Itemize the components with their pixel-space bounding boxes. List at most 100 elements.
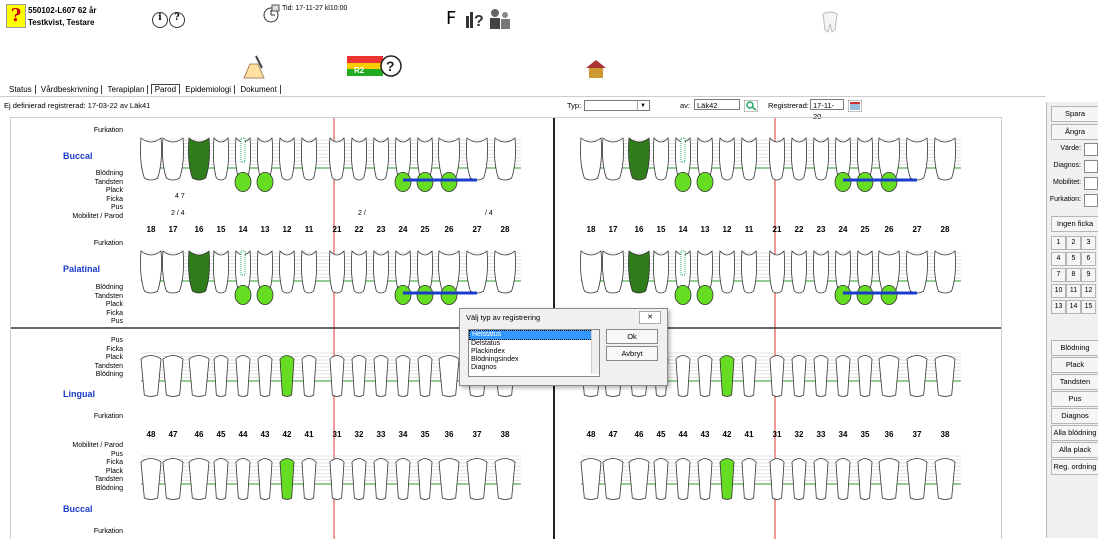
info-icon[interactable]: i <box>152 12 168 28</box>
pocket-number-9[interactable]: 9 <box>1081 268 1096 282</box>
spara-button[interactable]: Spara <box>1051 106 1098 122</box>
list-item-diagnos[interactable]: Diagnos <box>469 364 599 372</box>
tooth-lower-lingual-R-11 <box>835 355 851 397</box>
list-item-plackindex[interactable]: Plackindex <box>469 348 599 356</box>
upper-right-tooth-number-13: 13 <box>700 225 710 234</box>
clock-calendar-icon[interactable] <box>262 4 280 24</box>
lower-right-tooth-number-44: 44 <box>678 430 688 439</box>
list-item-helstatus[interactable]: Helstatus <box>469 330 599 340</box>
pocket-number-3[interactable]: 3 <box>1081 236 1096 250</box>
tandsten-label: Tandsten <box>94 178 123 186</box>
calendar-icon[interactable] <box>847 99 863 113</box>
r2-help-icon[interactable]: R2? <box>346 52 402 80</box>
mobilitet-field[interactable] <box>1084 177 1098 190</box>
tooth-upper-buccal-L-14 <box>466 137 488 181</box>
pocket-number-7[interactable]: 7 <box>1051 268 1066 282</box>
pocket-number-13[interactable]: 13 <box>1051 300 1066 314</box>
plack-button[interactable]: Plack <box>1051 357 1098 373</box>
tooth-upper-palatal-L-10 <box>372 250 390 294</box>
tooth-lower-lingual-L-10 <box>373 355 389 397</box>
reg-ordning-button[interactable]: Reg. ordning <box>1051 459 1098 475</box>
pocket-number-11[interactable]: 11 <box>1066 284 1081 298</box>
registration-type-list[interactable]: Helstatus Delstatus Plackindex Blödnings… <box>468 329 600 377</box>
alla-blodning-button[interactable]: Alla blödning <box>1051 425 1098 441</box>
list-scrollbar[interactable] <box>591 330 599 374</box>
pus-button[interactable]: Pus <box>1051 391 1098 407</box>
tab-parod[interactable]: Parod <box>150 84 181 94</box>
diagnos-button[interactable]: Diagnos <box>1051 408 1098 424</box>
blodning-button[interactable]: Blödning <box>1051 340 1098 356</box>
cancel-button[interactable]: Avbryt <box>606 346 658 361</box>
implant-icon <box>240 250 246 276</box>
diagnos-field[interactable] <box>1084 160 1098 173</box>
svg-text:?: ? <box>386 58 395 74</box>
av-input[interactable]: Läk42 <box>694 99 740 110</box>
tooth-upper-buccal-L-0 <box>140 137 162 181</box>
tooth-upper-palatal-L-2 <box>188 250 210 294</box>
registration-type-dialog[interactable]: Välj typ av registrering ✕ Helstatus Del… <box>459 308 668 386</box>
chevron-down-icon[interactable]: ▼ <box>637 101 648 110</box>
furkation-field[interactable] <box>1084 194 1098 207</box>
pocket-number-10[interactable]: 10 <box>1051 284 1066 298</box>
pocket-number-14[interactable]: 14 <box>1066 300 1081 314</box>
list-item-blodningsindex[interactable]: Blödningsindex <box>469 356 599 364</box>
angra-button[interactable]: Ångra <box>1051 124 1098 140</box>
help-question-icon[interactable]: ? <box>6 4 26 28</box>
mobility-value-22: 2 / <box>358 210 366 217</box>
tooth-icon[interactable] <box>820 10 840 34</box>
lower-right-tooth-number-31: 31 <box>772 430 782 439</box>
close-icon[interactable]: ✕ <box>639 311 661 324</box>
pocket-number-5[interactable]: 5 <box>1066 252 1081 266</box>
tab-terapiplan[interactable]: Terapiplan <box>105 85 149 94</box>
pocket-number-15[interactable]: 15 <box>1081 300 1096 314</box>
blodning-label: Blödning <box>95 170 123 177</box>
ok-button[interactable]: Ok <box>606 329 658 344</box>
tooth-lower-buccal-L-3 <box>213 458 229 500</box>
alla-plack-button[interactable]: Alla plack <box>1051 442 1098 458</box>
lower-left-tooth-number-38: 38 <box>500 430 510 439</box>
lower-lingual-labels: Pus Ficka Plack Tandsten Blödning <box>19 337 123 380</box>
tab-status[interactable]: Status <box>6 85 36 94</box>
pocket-number-6[interactable]: 6 <box>1081 252 1096 266</box>
tooth-probe-icon[interactable] <box>240 54 270 80</box>
green-crown-palatal <box>416 284 434 305</box>
varde-field[interactable] <box>1084 143 1098 156</box>
tab-dokument[interactable]: Dokument <box>237 85 281 94</box>
tooth-upper-buccal-L-15 <box>494 137 516 181</box>
pocket-number-4[interactable]: 4 <box>1051 252 1066 266</box>
tandsten-button[interactable]: Tandsten <box>1051 374 1098 390</box>
typ-label: Typ: <box>567 101 582 110</box>
ingen-ficka-button[interactable]: Ingen ficka <box>1051 216 1098 232</box>
pocket-number-12[interactable]: 12 <box>1081 284 1096 298</box>
bar-question-icon[interactable]: ? <box>464 8 486 30</box>
tooth-lower-buccal-L-4 <box>235 458 251 500</box>
tooth-upper-buccal-L-1 <box>162 137 184 181</box>
tooth-lower-buccal-R-0 <box>580 458 602 500</box>
pocket-number-1[interactable]: 1 <box>1051 236 1066 250</box>
lower-left-tooth-number-45: 45 <box>216 430 226 439</box>
lower-left-tooth-number-44: 44 <box>238 430 248 439</box>
typ-select[interactable]: ▼ <box>584 100 650 111</box>
tooth-lower-lingual-R-8 <box>769 355 785 397</box>
tab-epidemiologi[interactable]: Epidemiologi <box>182 85 236 94</box>
ficka-label: Ficka <box>106 459 123 466</box>
patient-id: 550102-L607 62 år <box>28 6 97 15</box>
house-icon[interactable] <box>584 58 608 80</box>
list-item-delstatus[interactable]: Delstatus <box>469 340 599 348</box>
registrerad-input[interactable]: 17-11-20 <box>810 99 844 121</box>
green-crown-buccal <box>256 172 274 193</box>
pocket-number-8[interactable]: 8 <box>1066 268 1081 282</box>
tab-vardbeskrivning[interactable]: Vårdbeskrivning <box>38 85 103 94</box>
ficka-label: Ficka <box>106 195 123 203</box>
r2-badge: R2 <box>354 66 365 75</box>
pocket-number-2[interactable]: 2 <box>1066 236 1081 250</box>
search-icon[interactable] <box>743 99 759 113</box>
tooth-upper-buccal-R-1 <box>602 137 624 181</box>
furkation-label-lower-lingual: Furkation <box>93 413 123 420</box>
help-icon[interactable]: ? <box>169 12 185 28</box>
tooth-lower-lingual-R-7 <box>741 355 757 397</box>
f-label[interactable]: F <box>446 8 456 29</box>
people-icon[interactable] <box>488 7 512 31</box>
upper-right-tooth-number-28: 28 <box>940 225 950 234</box>
lower-left-tooth-number-46: 46 <box>194 430 204 439</box>
